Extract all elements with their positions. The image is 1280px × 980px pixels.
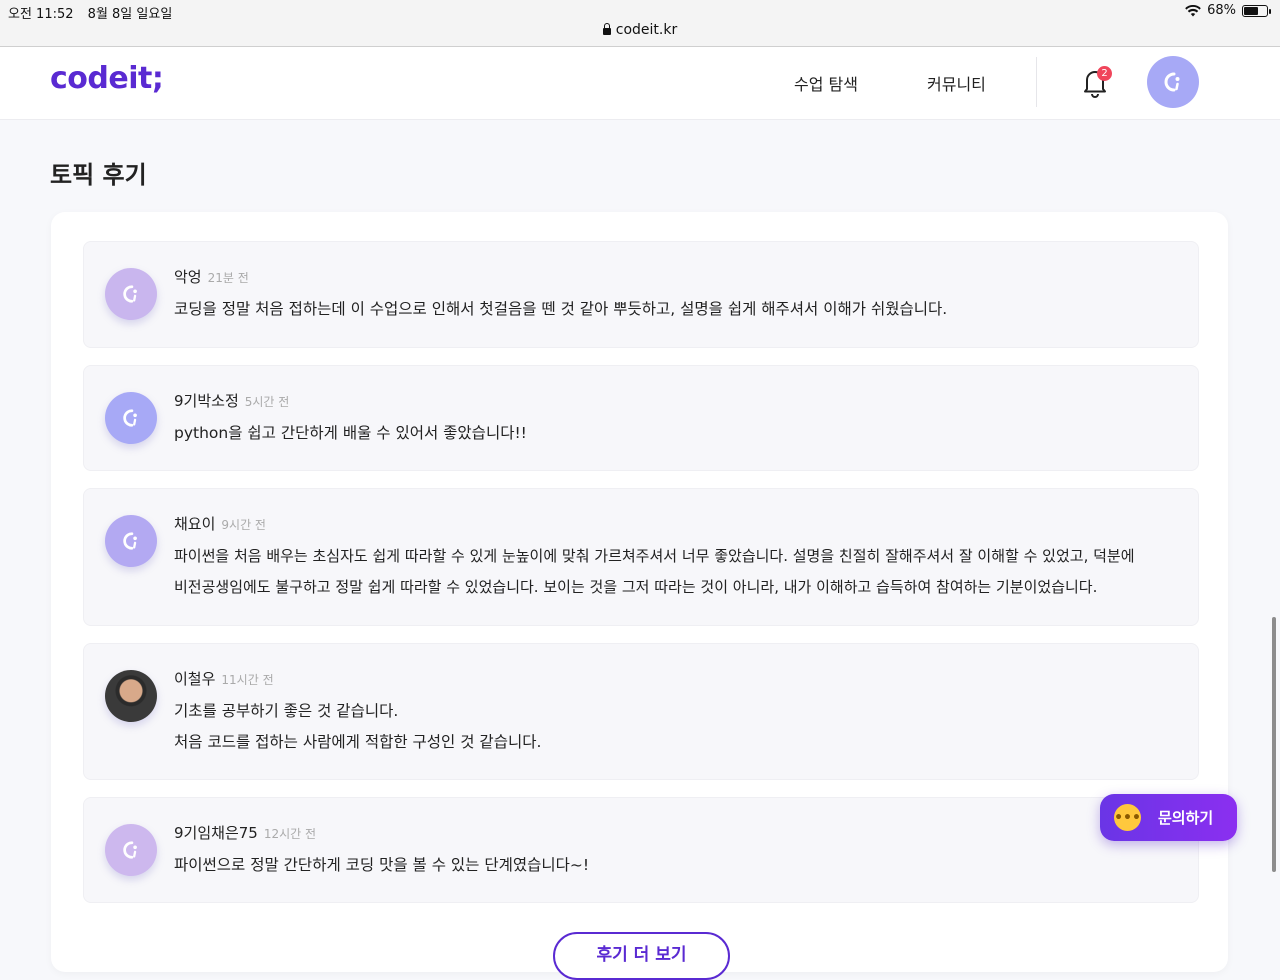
review-card: 악엉 21분 전 코딩을 정말 처음 접하는데 이 수업으로 인해서 첫걸음을 뗀…	[83, 241, 1199, 348]
lock-icon	[602, 23, 611, 35]
review-text: 파이썬을 처음 배우는 초심자도 쉽게 따라할 수 있게 눈높이에 맞춰 가르쳐…	[174, 547, 1135, 565]
battery-percent: 68%	[1207, 3, 1236, 18]
codeit-mark-icon	[123, 841, 137, 859]
page-title: 토픽 후기	[50, 161, 147, 189]
chat-bubble-icon: •••	[1114, 804, 1141, 831]
nav-divider	[1036, 57, 1037, 107]
review-time: 12시간 전	[263, 827, 317, 841]
review-text: 비전공생임에도 불구하고 정말 쉽게 따라할 수 있었습니다. 보이는 것을 그…	[174, 578, 1098, 596]
codeit-mark-icon	[1164, 72, 1180, 92]
review-card: 이철우 11시간 전 기초를 공부하기 좋은 것 같습니다. 처음 코드를 접하는…	[83, 643, 1199, 780]
ios-status-bar: 오전 11:52 8월 8일 일요일 68%	[0, 0, 1280, 22]
codeit-mark-icon	[123, 409, 137, 427]
review-text: 파이썬으로 정말 간단하게 코딩 맛을 볼 수 있는 단계였습니다~!	[174, 856, 590, 874]
nav-community[interactable]: 커뮤니티	[927, 71, 986, 95]
codeit-mark-icon	[123, 285, 137, 303]
review-text: 기초를 공부하기 좋은 것 같습니다.	[174, 702, 399, 720]
inquiry-label: 문의하기	[1158, 809, 1214, 827]
review-text: 코딩을 정말 처음 접하는데 이 수업으로 인해서 첫걸음을 뗀 것 같아 뿌듯…	[174, 300, 948, 318]
url-text: codeit.kr	[615, 22, 678, 38]
codeit-logo[interactable]: codeit;	[50, 61, 164, 96]
review-time: 5시간 전	[244, 395, 290, 409]
review-text: 처음 코드를 접하는 사람에게 적합한 구성인 것 같습니다.	[174, 733, 542, 751]
review-card: 채요이 9시간 전 파이썬을 처음 배우는 초심자도 쉽게 따라할 수 있게 눈높…	[83, 488, 1199, 626]
review-text: python을 쉽고 간단하게 배울 수 있어서 좋았습니다!!	[174, 424, 527, 442]
nav-explore-classes[interactable]: 수업 탐색	[794, 71, 858, 95]
reviewer-name: 이철우	[174, 670, 216, 688]
codeit-mark-icon	[123, 532, 137, 550]
reviewer-avatar	[105, 824, 157, 876]
more-reviews-button[interactable]: 후기 더 보기	[553, 932, 730, 980]
reviewer-name: 9기임채은75	[174, 824, 258, 842]
review-time: 9시간 전	[221, 518, 266, 532]
inquiry-button[interactable]: ••• 문의하기	[1100, 794, 1237, 841]
notification-badge: 2	[1097, 66, 1112, 81]
status-time: 오전 11:52	[8, 7, 74, 22]
battery-icon	[1242, 4, 1271, 17]
reviewer-avatar	[105, 515, 157, 567]
browser-url-bar[interactable]: codeit.kr	[0, 22, 1280, 47]
scrollbar[interactable]	[1272, 617, 1276, 872]
reviewer-photo	[105, 670, 157, 722]
battery-fill	[1244, 6, 1259, 15]
review-card: 9기임채은75 12시간 전 파이썬으로 정말 간단하게 코딩 맛을 볼 수 있는…	[83, 797, 1199, 903]
reviewer-name: 채요이	[174, 515, 216, 533]
review-time: 11시간 전	[221, 673, 274, 687]
reviewer-name: 9기박소정	[174, 392, 239, 410]
review-card: 9기박소정 5시간 전 python을 쉽고 간단하게 배울 수 있어서 좋았습니…	[83, 365, 1199, 471]
reviewer-avatar	[105, 268, 157, 320]
reviewer-name: 악엉	[174, 268, 202, 286]
user-avatar[interactable]	[1147, 56, 1199, 108]
status-date: 8월 8일 일요일	[87, 7, 173, 22]
wifi-icon	[1185, 4, 1201, 16]
site-header: codeit; 수업 탐색 커뮤니티 2	[0, 47, 1280, 120]
reviewer-avatar	[105, 392, 157, 444]
review-time: 21분 전	[207, 271, 249, 285]
